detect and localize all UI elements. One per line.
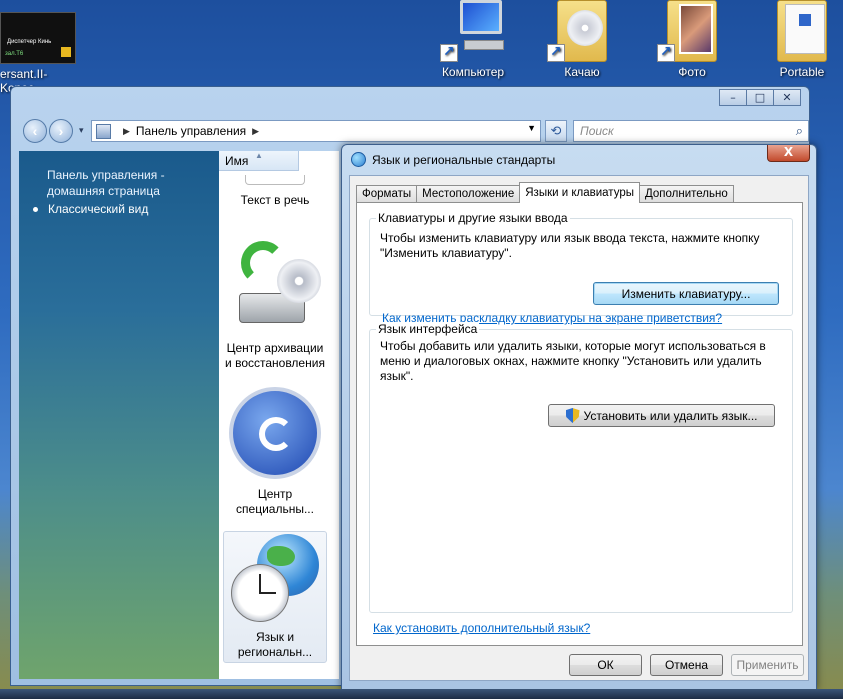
minimize-button[interactable]: –: [719, 89, 747, 106]
maximize-button[interactable]: □: [746, 89, 774, 106]
classic-view-link[interactable]: Классический вид: [33, 202, 148, 216]
column-header-name[interactable]: ▲ Имя: [219, 151, 299, 171]
shortcut-arrow-icon: [440, 43, 458, 62]
text-to-speech-icon: [245, 175, 305, 185]
desktop-icon-portable[interactable]: Portable: [760, 0, 843, 79]
display-language-group-text: Чтобы добавить или удалить языки, которы…: [380, 339, 766, 383]
apply-button[interactable]: Применить: [731, 654, 804, 676]
control-panel-icon: [96, 123, 111, 139]
task-pane: Панель управления - домашняя страница Кл…: [19, 151, 219, 679]
column-header-label: Имя: [225, 154, 249, 168]
install-uninstall-languages-button[interactable]: Установить или удалить язык...: [548, 404, 775, 427]
cp-item-backup[interactable]: Центр архивации и восстановления: [223, 237, 327, 371]
install-uninstall-languages-label: Установить или удалить язык...: [583, 408, 758, 423]
control-panel-home-link[interactable]: Панель управления - домашняя страница: [47, 167, 212, 199]
folder-cd-icon: [547, 0, 617, 62]
globe-icon: [351, 152, 366, 167]
window-caption-buttons: – □ ✕: [719, 89, 801, 106]
forward-button[interactable]: ›: [49, 119, 73, 143]
address-bar[interactable]: ▶ Панель управления ▶ ▼: [91, 120, 541, 142]
cp-item-ease-of-access[interactable]: Центр специальны...: [223, 387, 327, 517]
desktop-icon-photos[interactable]: Фото: [642, 0, 742, 79]
thumbnail-caption: Диспетчер Кинь: [7, 39, 52, 45]
close-window-button[interactable]: ✕: [773, 89, 801, 106]
desktop-icon-label: Portable: [779, 65, 825, 79]
search-icon[interactable]: ⌕: [796, 121, 803, 141]
backup-restore-icon: [227, 237, 323, 333]
desktop-icon-downloads[interactable]: Качаю: [532, 0, 632, 79]
taskbar: [0, 689, 843, 699]
tab-panel: Клавиатуры и другие языки ввода Чтобы из…: [356, 202, 803, 646]
cancel-button[interactable]: Отмена: [650, 654, 723, 676]
tab-formats[interactable]: Форматы: [356, 185, 418, 203]
regional-options-dialog: Язык и региональные стандарты X Форматы …: [341, 144, 817, 690]
uac-shield-icon: [565, 408, 580, 423]
dialog-close-button[interactable]: X: [767, 145, 810, 162]
shortcut-arrow-icon: [547, 43, 565, 62]
ok-button[interactable]: ОК: [569, 654, 642, 676]
cp-item-text-to-speech[interactable]: Текст в речь: [223, 175, 327, 208]
recent-pages-dropdown[interactable]: ▾: [79, 125, 84, 136]
folder-icon: [767, 0, 837, 62]
keyboards-group-text: Чтобы изменить клавиатуру или язык ввода…: [380, 231, 760, 260]
computer-icon: [440, 0, 506, 62]
classic-view-label: Классический вид: [48, 202, 149, 216]
display-language-group: Язык интерфейса Чтобы добавить или удали…: [369, 322, 793, 613]
globe-clock-icon: [227, 534, 323, 622]
breadcrumb-separator-icon[interactable]: ▶: [123, 126, 130, 137]
dialog-title: Язык и региональные стандарты: [372, 152, 556, 167]
dialog-titlebar: Язык и региональные стандарты: [351, 152, 555, 167]
desktop-icon-video[interactable]: Диспетчер Кинь зал.T6 ersant.II-Konec…: [0, 12, 86, 95]
desktop-icon-label: Качаю: [564, 65, 600, 79]
install-additional-language-link[interactable]: Как установить дополнительный язык?: [373, 621, 590, 635]
display-language-group-title: Язык интерфейса: [376, 322, 480, 336]
address-dropdown-icon[interactable]: ▼: [527, 123, 536, 133]
cp-item-label: Центр архивации и восстановления: [225, 341, 325, 370]
shortcut-arrow-icon: [657, 43, 675, 62]
play-overlay: [61, 47, 71, 57]
keyboards-group-title: Клавиатуры и другие языки ввода: [376, 211, 570, 225]
sort-arrow-icon: ▲: [255, 151, 263, 160]
dialog-body: Форматы Местоположение Языки и клавиатур…: [349, 175, 809, 681]
change-keyboards-button[interactable]: Изменить клавиатуру...: [593, 282, 779, 305]
items-view: ▲ Имя Текст в речь Центр архивации и вос…: [219, 151, 339, 679]
desktop-icon-computer[interactable]: Компьютер: [428, 0, 518, 79]
back-button[interactable]: ‹: [23, 119, 47, 143]
tab-strip: Форматы Местоположение Языки и клавиатур…: [356, 182, 734, 203]
desktop-icon-label: Компьютер: [441, 65, 505, 79]
tab-administrative[interactable]: Дополнительно: [638, 185, 734, 203]
desktop-icon-label: Фото: [678, 65, 706, 79]
video-thumbnail-icon: Диспетчер Кинь зал.T6: [0, 12, 76, 64]
cp-item-label: Текст в речь: [240, 193, 310, 207]
search-placeholder: Поиск: [580, 124, 614, 138]
breadcrumb-control-panel[interactable]: Панель управления: [136, 124, 246, 138]
cp-item-label: Центр специальны...: [236, 487, 314, 516]
folder-photos-icon: [657, 0, 727, 62]
tab-location[interactable]: Местоположение: [416, 185, 521, 203]
navigation-bar: ‹ › ▾ ▶ Панель управления ▶ ▼ ⟲ Поиск ⌕: [19, 117, 809, 145]
ease-of-access-icon: [229, 387, 321, 479]
breadcrumb-separator-icon[interactable]: ▶: [252, 126, 259, 137]
search-input[interactable]: Поиск ⌕: [573, 120, 809, 142]
cp-item-regional[interactable]: Язык и региональн...: [223, 531, 327, 663]
refresh-button[interactable]: ⟲: [545, 120, 567, 142]
tab-keyboards-languages[interactable]: Языки и клавиатуры: [519, 182, 640, 203]
cp-item-label: Язык и региональн...: [237, 630, 313, 659]
bullet-icon: [33, 207, 38, 213]
thumbnail-subcaption: зал.T6: [5, 51, 24, 57]
